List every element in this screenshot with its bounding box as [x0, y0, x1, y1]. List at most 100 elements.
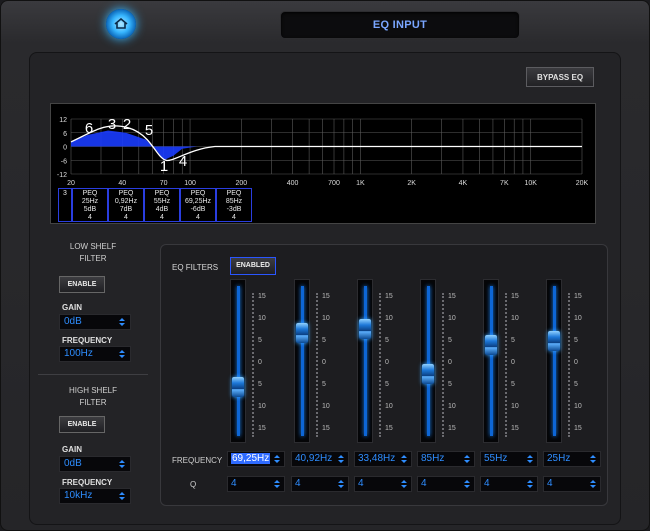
- band-q-value: 4: [421, 478, 427, 489]
- peq-freq: 0,92Hz: [114, 198, 138, 205]
- scale-dots: [316, 293, 320, 437]
- high-shelf-enable-button[interactable]: ENABLE: [59, 416, 105, 433]
- eq-band-slider[interactable]: [483, 279, 499, 443]
- spin-arrows-icon[interactable]: [589, 479, 597, 489]
- peq-index-label: 3: [63, 190, 67, 197]
- slider-track[interactable]: [301, 286, 304, 436]
- peq-cell[interactable]: PEQ 55Hz 4dB 4: [144, 188, 180, 222]
- high-shelf-gain-input[interactable]: 0dB: [59, 456, 131, 472]
- spin-arrows-icon[interactable]: [526, 454, 534, 464]
- high-shelf-frequency-input[interactable]: 10kHz: [59, 488, 131, 504]
- slider-track[interactable]: [490, 286, 493, 436]
- band-q-input[interactable]: 4: [227, 476, 285, 492]
- peq-gain: 7dB: [119, 206, 133, 213]
- scale-tick-label: 5: [511, 381, 515, 388]
- scale-tick-label: 0: [322, 359, 326, 366]
- spin-arrows-icon[interactable]: [337, 479, 345, 489]
- eq-band-slider[interactable]: [546, 279, 562, 443]
- spin-arrows-icon[interactable]: [273, 479, 281, 489]
- peq-cell-index[interactable]: 3: [58, 188, 72, 222]
- spin-arrows-icon[interactable]: [118, 349, 126, 359]
- filter-band-marker: 6: [85, 120, 93, 137]
- slider-thumb[interactable]: [232, 376, 244, 397]
- eq-band-slider[interactable]: [357, 279, 373, 443]
- spin-arrows-icon[interactable]: [463, 479, 471, 489]
- band-q-input[interactable]: 4: [354, 476, 412, 492]
- band-frequency-input[interactable]: 55Hz: [480, 451, 538, 467]
- slider-track[interactable]: [427, 286, 430, 436]
- band-q-input[interactable]: 4: [291, 476, 349, 492]
- band-frequency-input[interactable]: 33,48Hz: [354, 451, 412, 467]
- spin-arrows-icon[interactable]: [463, 454, 471, 464]
- slider-scale: 15 10 5 0 5 10 15: [379, 293, 405, 437]
- slider-thumb[interactable]: [359, 318, 371, 339]
- slider-track[interactable]: [237, 286, 240, 436]
- slider-track[interactable]: [364, 286, 367, 436]
- band-frequency-input[interactable]: 40,92Hz: [291, 451, 349, 467]
- eq-enabled-button[interactable]: ENABLED: [230, 257, 276, 275]
- high-shelf-title-line1: HIGH SHELF: [68, 386, 117, 395]
- peq-cell[interactable]: PEQ 25Hz 5dB 4: [72, 188, 108, 222]
- scale-tick-label: 15: [448, 425, 456, 432]
- bypass-eq-button[interactable]: BYPASS EQ: [526, 67, 594, 87]
- eq-band-slider[interactable]: [294, 279, 310, 443]
- x-tick-label: 4K: [459, 180, 468, 187]
- band-q-input[interactable]: 4: [480, 476, 538, 492]
- x-tick-label: 200: [235, 180, 247, 187]
- spin-arrows-icon[interactable]: [118, 459, 126, 469]
- scale-dots: [252, 293, 256, 437]
- band-frequency-input[interactable]: 25Hz: [543, 451, 601, 467]
- slider-thumb[interactable]: [485, 335, 497, 356]
- spin-arrows-icon[interactable]: [337, 454, 345, 464]
- spin-arrows-icon[interactable]: [526, 479, 534, 489]
- spin-arrows-icon[interactable]: [118, 491, 126, 501]
- scale-tick-label: 5: [322, 381, 326, 388]
- spin-arrows-icon[interactable]: [273, 454, 281, 464]
- band-frequency-input[interactable]: 85Hz: [417, 451, 475, 467]
- slider-scale: 15 10 5 0 5 10 15: [568, 293, 594, 437]
- scale-tick-label: 0: [258, 359, 262, 366]
- spin-arrows-icon[interactable]: [400, 479, 408, 489]
- eq-band-slider[interactable]: [420, 279, 436, 443]
- band-frequency-value: 85Hz: [421, 453, 445, 464]
- slider-thumb[interactable]: [296, 323, 308, 344]
- peq-gain: -3dB: [226, 206, 242, 213]
- logo-home-icon[interactable]: [106, 9, 136, 39]
- peq-cell[interactable]: PEQ 0,92Hz 7dB 4: [108, 188, 144, 222]
- band-frequency-value: 40,92Hz: [295, 453, 333, 464]
- scale-tick-label: 15: [574, 425, 582, 432]
- peq-freq: 85Hz: [225, 198, 243, 205]
- scale-tick-label: 15: [511, 425, 519, 432]
- slider-thumb[interactable]: [422, 364, 434, 385]
- scale-tick-label: 0: [448, 359, 452, 366]
- peq-q: 4: [88, 214, 92, 221]
- home-icon: [114, 18, 128, 29]
- scale-tick-label: 15: [385, 425, 393, 432]
- scale-tick-label: 0: [511, 359, 515, 366]
- band-q-input[interactable]: 4: [543, 476, 601, 492]
- slider-thumb[interactable]: [548, 331, 560, 352]
- high-shelf-gain-label: GAIN: [62, 445, 82, 454]
- peq-name: PEQ: [226, 190, 242, 197]
- scale-dots: [505, 293, 509, 437]
- band-q-value: 4: [484, 478, 490, 489]
- band-frequency-input[interactable]: 69,25Hz: [227, 451, 285, 467]
- scale-tick-label: 5: [385, 381, 389, 388]
- spin-arrows-icon[interactable]: [589, 454, 597, 464]
- scale-tick-label: 5: [574, 337, 578, 344]
- band-q-value: 4: [547, 478, 553, 489]
- band-q-input[interactable]: 4: [417, 476, 475, 492]
- peq-cell[interactable]: PEQ 69,25Hz -6dB 4: [180, 188, 216, 222]
- peq-cell[interactable]: PEQ 85Hz -3dB 4: [216, 188, 252, 222]
- low-shelf-gain-input[interactable]: 0dB: [59, 314, 131, 330]
- scale-tick-label: 15: [258, 425, 266, 432]
- low-shelf-enable-button[interactable]: ENABLE: [59, 276, 105, 293]
- low-shelf-gain-value: 0dB: [64, 316, 82, 327]
- spin-arrows-icon[interactable]: [400, 454, 408, 464]
- scale-tick-label: 10: [322, 403, 330, 410]
- low-shelf-frequency-input[interactable]: 100Hz: [59, 346, 131, 362]
- peq-gain: 5dB: [83, 206, 97, 213]
- slider-track[interactable]: [553, 286, 556, 436]
- eq-band-slider[interactable]: [230, 279, 246, 443]
- spin-arrows-icon[interactable]: [118, 317, 126, 327]
